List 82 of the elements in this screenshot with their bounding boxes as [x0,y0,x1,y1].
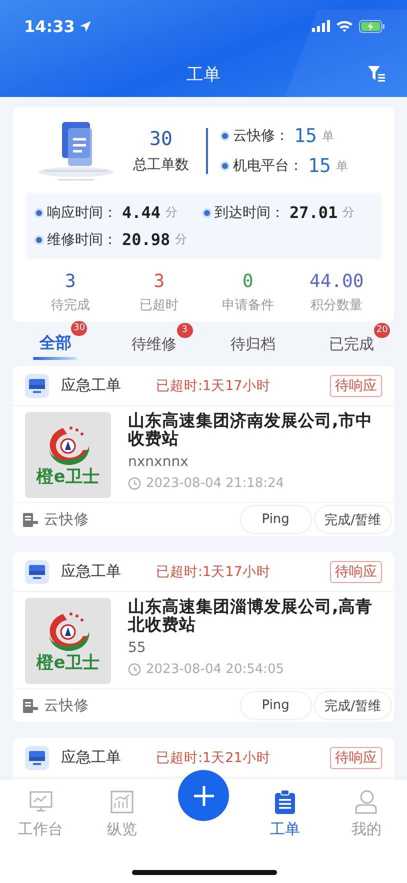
unit-label: 分 [175,231,188,248]
bullet-icon [36,236,42,242]
bullet-icon [204,210,210,216]
location-arrow-icon [78,20,92,32]
clipboard-icon [274,790,295,814]
stat-label: 待完成 [50,297,90,314]
document-icon [23,698,38,712]
logo-emblem-icon [49,612,90,651]
stat-label: 积分数量 [310,297,363,314]
unit-label: 分 [342,204,355,221]
timing-value: 27.01 [290,203,338,222]
station-title: 山东高速集团济南发展公司,市中收费站 [128,412,374,448]
signal-icon [312,20,330,32]
user-icon [355,790,378,814]
monitor-icon [29,564,45,578]
stat-value: 0 [242,271,254,292]
bullet-icon [222,163,228,169]
order-type: 应急工单 [61,562,122,581]
overdue-text: 已超时:1天17小时 [156,562,272,580]
logo-emblem-icon [49,426,90,465]
logo-text: 橙e卫士 [36,467,100,487]
order-type: 应急工单 [61,376,122,395]
status-tag: 待响应 [330,374,382,396]
bullet-icon [222,133,228,139]
work-order-card[interactable]: 应急工单 已超时:1天21小时 待响应 [13,738,394,780]
count-badge: 30 [71,321,88,336]
action-button[interactable]: 完成/暂维 [314,505,392,534]
monitor-icon [29,750,45,764]
unit-label: 分 [166,204,178,221]
total-count: 30 [150,128,172,150]
timing-value: 4.44 [122,203,161,222]
order-type: 应急工单 [61,748,122,767]
source-label: 云快修 [44,697,90,715]
platform-count: 15 [294,125,317,147]
stat-value: 3 [154,271,165,292]
document-icon [23,512,38,526]
clock-icon [128,663,141,676]
timing-value: 20.98 [122,230,170,249]
plus-icon [192,784,214,806]
action-button[interactable]: Ping [240,505,312,534]
clock-time: 14:33 [24,16,75,36]
chart-icon [110,790,134,814]
timing-label: 响应时间： [47,204,117,222]
platform-label: 机电平台： [233,157,303,175]
clock-icon [128,477,141,490]
action-button[interactable]: Ping [240,691,312,720]
source-label: 云快修 [44,511,90,529]
work-order-card[interactable]: 应急工单 已超时:1天17小时 待响应 橙e卫士 山东高速集团淄博发展公司,高青北收费站 55 2023-08-04 20:54:05 云快修 Ping 完成/暂维 [13,552,394,722]
unit-label: 单 [322,128,334,144]
page-title: 工单 [186,64,220,86]
order-note: nxnxnnx [128,454,190,470]
order-time: 2023-08-04 21:18:24 [146,476,284,491]
stat-label: 申请备件 [222,297,274,314]
status-tag: 待响应 [330,560,382,582]
action-button[interactable]: 完成/暂维 [314,691,392,720]
dashboard-icon [28,790,53,814]
logo-text: 橙e卫士 [36,653,100,673]
timing-label: 维修时间： [47,230,117,248]
timing-label: 到达时间： [214,204,284,222]
total-label: 总工单数 [133,156,189,174]
work-order-card[interactable]: 应急工单 已超时:1天17小时 待响应 橙e卫士 山东高速集团济南发展公司,市中收费站 nxnxnnx 2023-08-04 21:18:24 云快修 Ping 完成/暂维 [13,366,394,536]
count-badge: 20 [374,323,390,338]
overdue-text: 已超时:1天21小时 [156,748,272,766]
station-title: 山东高速集团淄博发展公司,高青北收费站 [128,598,374,634]
unit-label: 单 [336,158,348,174]
order-time: 2023-08-04 20:54:05 [146,662,284,677]
filter-icon[interactable] [368,66,385,82]
platform-label: 云快修： [233,127,289,145]
stat-value: 44.00 [310,271,364,292]
filter-tab[interactable]: 待归档 [226,329,280,360]
status-tag: 待响应 [330,746,382,768]
order-note: 55 [128,640,147,656]
add-button[interactable] [178,770,229,821]
count-badge: 3 [176,323,193,338]
bullet-icon [36,210,42,216]
wifi-icon [336,20,353,32]
platform-count: 15 [308,155,331,177]
monitor-icon [29,378,45,392]
stat-value: 3 [64,271,76,292]
tab-bar-item[interactable]: 工单 [244,788,326,841]
overdue-text: 已超时:1天17小时 [156,376,272,394]
stat-label: 已超时 [140,297,179,314]
